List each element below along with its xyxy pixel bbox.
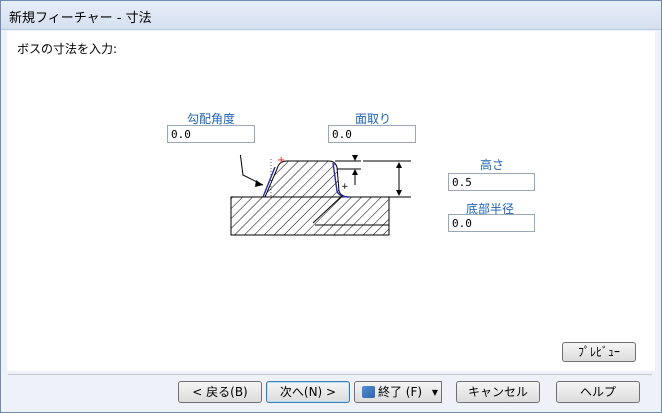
preview-button[interactable]: ﾌﾟﾚﾋﾞｭｰ	[562, 342, 636, 362]
draft-angle-input[interactable]: 0.0	[167, 125, 255, 143]
height-label: 高さ	[480, 158, 505, 172]
help-button[interactable]: ヘルプ	[556, 381, 640, 403]
finish-button[interactable]: 終了 (F)	[354, 381, 430, 403]
height-arrowhead-bottom	[396, 190, 402, 196]
title-bar: 新規フィーチャー - 寸法	[1, 1, 661, 30]
finish-icon	[361, 386, 375, 398]
chamfer-arrowhead-up	[352, 169, 358, 175]
footer-divider	[8, 374, 652, 375]
finish-dropdown-arrow-icon[interactable]: ▼	[429, 381, 442, 403]
chamfer-input[interactable]: 0.0	[328, 125, 416, 143]
base-plate-shape	[230, 196, 390, 236]
next-button[interactable]: 次へ(N) >	[266, 381, 350, 403]
draft-marker-icon: +	[277, 155, 285, 166]
instruction-text: ボスの寸法を入力:	[17, 42, 118, 56]
boss-dimension-diagram: + +	[230, 155, 411, 236]
finish-label: 終了 (F)	[377, 385, 423, 399]
window-title: 新規フィーチャー - 寸法	[9, 11, 152, 26]
height-arrowhead-top	[396, 162, 402, 168]
cancel-button[interactable]: キャンセル	[456, 381, 540, 403]
draft-leader-line	[239, 155, 264, 186]
fillet-marker-icon: +	[341, 182, 349, 192]
height-input[interactable]: 0.5	[448, 173, 535, 191]
fillet-radius-input[interactable]: 0.0	[448, 214, 535, 232]
draft-leader-arrow	[255, 180, 263, 187]
back-button[interactable]: < 戻る(B)	[178, 381, 262, 403]
chamfer-arrowhead-down	[352, 155, 358, 161]
boss-shape	[264, 160, 350, 198]
